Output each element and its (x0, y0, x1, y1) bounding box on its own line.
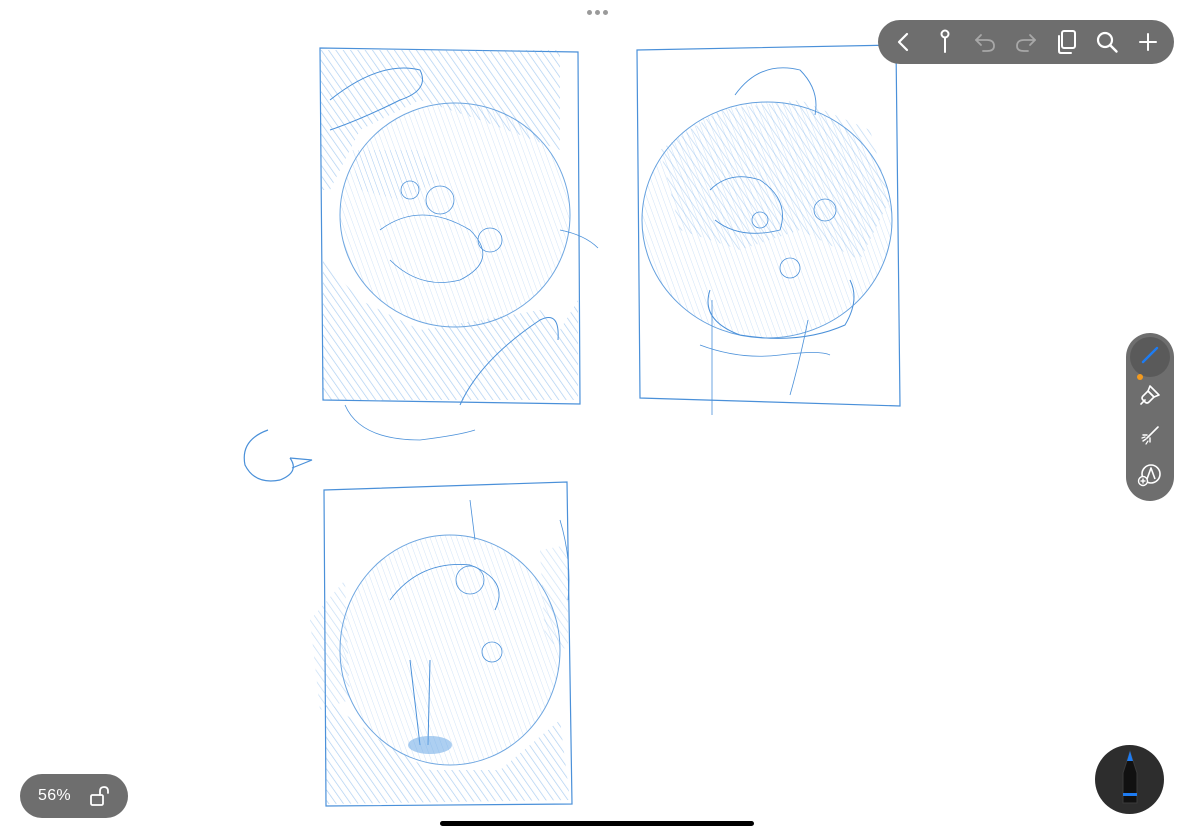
zoom-control: 56% (20, 774, 128, 818)
add-brush-icon (1137, 462, 1163, 493)
top-toolbar (878, 20, 1174, 64)
sketch-arrow (243, 429, 313, 482)
more-options-icon[interactable] (585, 8, 609, 16)
add-icon[interactable] (1129, 23, 1167, 61)
pencil-button[interactable] (1095, 745, 1164, 814)
add-brush-tool[interactable] (1130, 457, 1170, 497)
undo-icon[interactable] (966, 23, 1004, 61)
sketch-panel-3 (310, 481, 573, 807)
sparkle-brush-icon (1138, 423, 1162, 452)
sparkle-brush-tool[interactable] (1130, 417, 1170, 457)
pin-icon[interactable] (926, 23, 964, 61)
pencil-tool[interactable] (1130, 337, 1170, 377)
redo-icon[interactable] (1007, 23, 1045, 61)
pencil-tip-icon (1115, 749, 1145, 810)
paintbrush-icon (1138, 383, 1162, 412)
sketch-panel-2 (636, 44, 901, 415)
zoom-level[interactable]: 56% (38, 787, 71, 805)
pencil-icon (1139, 344, 1161, 371)
tool-palette (1126, 333, 1174, 501)
unlock-icon[interactable] (87, 784, 111, 808)
sketch-layer (243, 44, 901, 807)
sketch-panel-1 (319, 47, 599, 441)
color-indicator (1137, 374, 1143, 380)
pages-icon[interactable] (1048, 23, 1086, 61)
back-icon[interactable] (885, 23, 923, 61)
paintbrush-tool[interactable] (1130, 374, 1170, 417)
drawing-canvas[interactable]: 56% (0, 0, 1194, 834)
search-icon[interactable] (1088, 23, 1126, 61)
home-indicator[interactable] (440, 821, 754, 826)
